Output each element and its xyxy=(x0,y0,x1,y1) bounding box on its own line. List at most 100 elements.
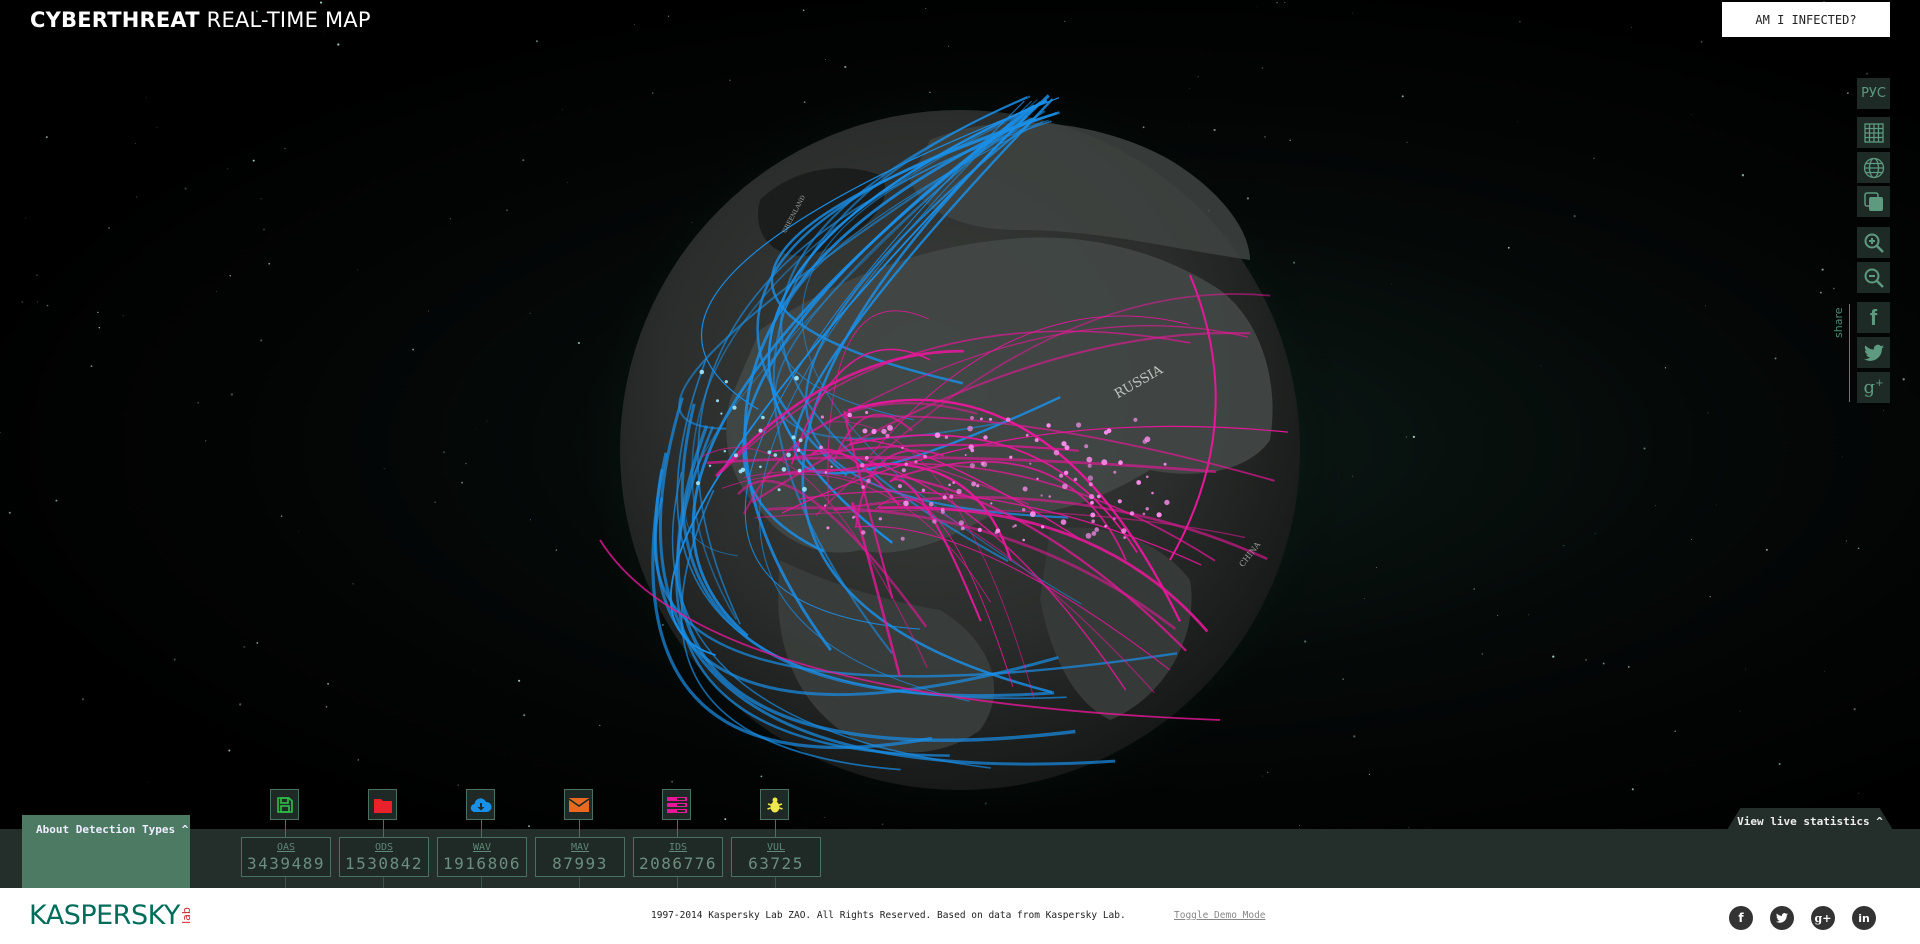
attack-point xyxy=(923,454,927,459)
detection-vul-connector-lower xyxy=(775,877,776,888)
flat-map-view-button[interactable] xyxy=(1857,117,1890,148)
attack-point xyxy=(921,488,926,492)
zoom-in-button[interactable] xyxy=(1857,227,1890,258)
attack-point xyxy=(995,528,1001,534)
attack-point xyxy=(1123,536,1126,539)
attack-point xyxy=(1085,532,1092,539)
attack-point xyxy=(971,481,977,487)
share-twitter-button[interactable] xyxy=(1857,337,1890,368)
attack-point xyxy=(989,417,992,421)
attack-point xyxy=(960,526,965,531)
about-detection-types-toggle[interactable]: About Detection Types ^ xyxy=(22,815,190,888)
detection-wav-counter[interactable]: WAV 1916806 xyxy=(437,837,527,877)
attack-point xyxy=(1146,475,1149,479)
attack-point xyxy=(794,375,799,381)
attack-point xyxy=(1059,473,1064,478)
attack-point xyxy=(897,484,902,489)
attack-point xyxy=(759,465,762,469)
attack-point xyxy=(901,446,904,450)
attack-point xyxy=(1156,512,1162,518)
toggle-demo-mode-link[interactable]: Toggle Demo Mode xyxy=(1174,910,1266,921)
attack-point xyxy=(1040,494,1043,497)
attack-point xyxy=(758,428,763,433)
detection-count: 3439489 xyxy=(247,854,325,873)
attack-point xyxy=(934,432,941,439)
threat-map-stage[interactable]: RUSSIA CHINA GREENLAND xyxy=(0,0,1920,888)
attack-point xyxy=(786,452,791,458)
attack-point xyxy=(887,425,893,431)
attack-point xyxy=(1029,511,1036,517)
attack-point xyxy=(1117,499,1122,504)
attack-point xyxy=(976,484,980,488)
attack-point xyxy=(777,488,781,492)
attack-point xyxy=(1104,524,1107,528)
footer-twitter-link[interactable] xyxy=(1770,906,1794,930)
detection-ids-connector xyxy=(677,820,678,838)
view-live-statistics-label: View live statistics ^ xyxy=(1737,814,1883,828)
detection-wav-icon-button[interactable] xyxy=(466,789,495,820)
google-plus-icon: g+ xyxy=(1863,377,1884,398)
detection-oas-icon-button[interactable] xyxy=(270,789,299,820)
attack-point xyxy=(1164,499,1170,506)
detection-oas-counter[interactable]: OAS 3439489 xyxy=(241,837,331,877)
detection-vul-connector xyxy=(775,820,776,838)
attack-point xyxy=(733,453,738,458)
detection-ods-icon-button[interactable] xyxy=(368,789,397,820)
view-live-statistics-button[interactable]: View live statistics ^ xyxy=(1727,808,1893,830)
zoom-out-icon xyxy=(1864,268,1884,288)
detection-code: ODS xyxy=(374,842,394,853)
detection-code: VUL xyxy=(766,842,786,853)
attack-point xyxy=(1089,494,1095,500)
attack-point xyxy=(885,433,890,438)
am-i-infected-button[interactable]: AM I INFECTED? xyxy=(1722,2,1890,37)
detection-mav-counter[interactable]: MAV 87993 xyxy=(535,837,625,877)
attack-point xyxy=(1121,528,1127,534)
share-google-plus-button[interactable]: g+ xyxy=(1857,372,1890,403)
attack-point xyxy=(1133,417,1138,422)
attack-point xyxy=(708,464,712,467)
detection-oas-connector-lower xyxy=(285,877,286,888)
attack-point xyxy=(981,461,988,468)
footer-google-plus-link[interactable]: g+ xyxy=(1811,906,1835,930)
attack-point xyxy=(1087,463,1092,468)
globe-view-button[interactable] xyxy=(1857,152,1890,183)
attack-point xyxy=(1136,480,1142,485)
page-title: CYBERTHREAT REAL-TIME MAP xyxy=(30,8,371,32)
language-switch-button[interactable]: РУС xyxy=(1857,78,1890,109)
attack-point xyxy=(781,467,787,472)
attack-point xyxy=(940,507,945,512)
layers-toggle-button[interactable] xyxy=(1857,186,1890,217)
detection-ids-icon-button[interactable] xyxy=(662,789,691,820)
attack-point xyxy=(1101,459,1108,466)
detection-mav-icon-button[interactable] xyxy=(564,789,593,820)
attack-point xyxy=(1022,486,1028,492)
footer-linkedin-link[interactable]: in xyxy=(1852,906,1876,930)
kaspersky-logo[interactable]: KASPERSKY lab xyxy=(29,900,195,931)
zoom-out-button[interactable] xyxy=(1857,262,1890,293)
language-label: РУС xyxy=(1861,86,1886,101)
detection-vul-counter[interactable]: VUL 63725 xyxy=(731,837,821,877)
attack-point xyxy=(956,488,962,495)
attack-point xyxy=(932,519,937,524)
attack-point xyxy=(1005,417,1011,423)
attack-point xyxy=(1046,423,1051,428)
detection-vul-icon-button[interactable] xyxy=(760,789,789,820)
attack-point xyxy=(1073,477,1078,482)
globe[interactable]: RUSSIA CHINA GREENLAND xyxy=(0,0,1920,888)
logo-lab: lab xyxy=(179,907,193,924)
attack-point xyxy=(878,517,882,521)
attack-point xyxy=(865,411,869,414)
attack-point xyxy=(797,468,802,473)
attack-point xyxy=(1163,462,1167,466)
bug-icon xyxy=(766,796,784,814)
detection-ods-counter[interactable]: ODS 1530842 xyxy=(339,837,429,877)
copyright-text: 1997-2014 Kaspersky Lab ZAO. All Rights … xyxy=(651,910,1126,921)
share-facebook-button[interactable]: f xyxy=(1857,302,1890,333)
detection-ods-connector-lower xyxy=(383,877,384,888)
attack-point xyxy=(903,500,909,507)
detection-ids-counter[interactable]: IDS 2086776 xyxy=(633,837,723,877)
attack-point xyxy=(1118,460,1123,465)
attack-point xyxy=(1084,444,1089,449)
footer-facebook-link[interactable]: f xyxy=(1729,906,1753,930)
attack-point xyxy=(695,481,701,486)
